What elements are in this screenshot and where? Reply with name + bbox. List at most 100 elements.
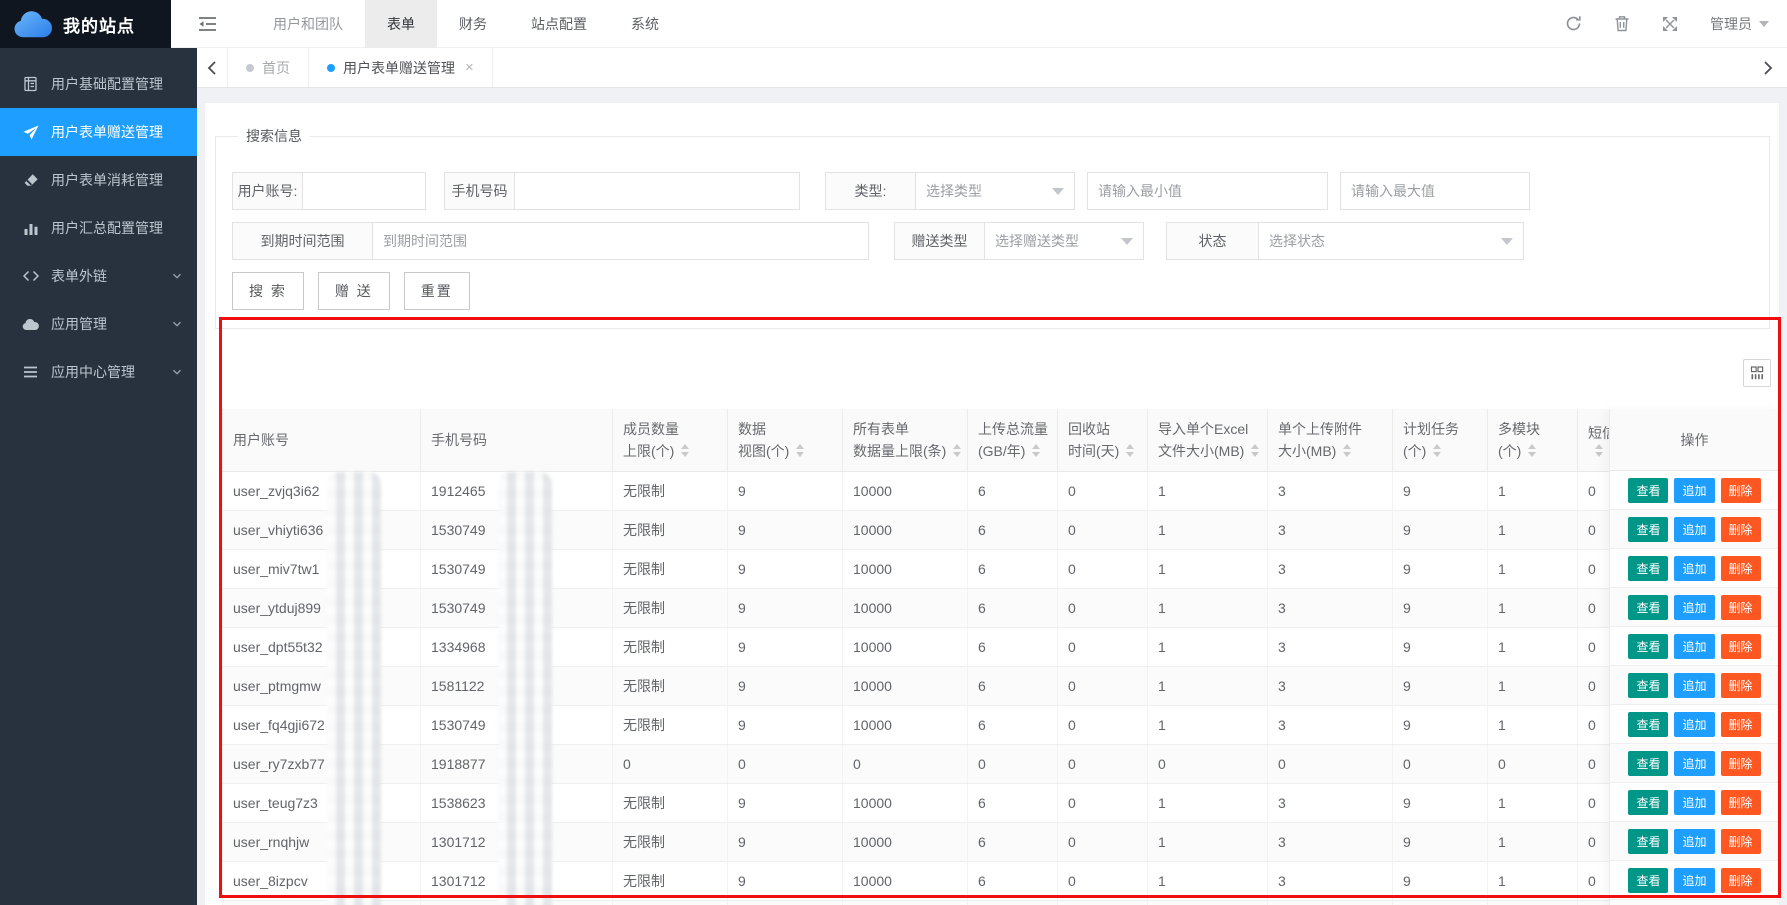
column-header-4[interactable]: 数据视图(个) — [728, 409, 843, 471]
tabs-scroll-right-icon[interactable] — [1753, 48, 1783, 88]
delete-button[interactable]: 删除 — [1721, 790, 1761, 815]
view-button[interactable]: 查看 — [1628, 595, 1668, 620]
column-header-11[interactable]: 多模块(个) — [1488, 409, 1578, 471]
column-header-8[interactable]: 导入单个Excel文件大小(MB) — [1148, 409, 1268, 471]
sidebar-item-6[interactable]: 应用管理 — [0, 300, 197, 348]
append-button[interactable]: 追加 — [1674, 478, 1714, 503]
append-button[interactable]: 追加 — [1674, 673, 1714, 698]
delete-button[interactable]: 删除 — [1721, 712, 1761, 737]
view-button[interactable]: 查看 — [1628, 829, 1668, 854]
search-buttons: 搜 索 赠 送 重置 — [232, 272, 1769, 310]
topnav-item-3[interactable]: 财务 — [437, 0, 509, 48]
append-button[interactable]: 追加 — [1674, 595, 1714, 620]
view-button[interactable]: 查看 — [1628, 790, 1668, 815]
sidebar-item-5[interactable]: 表单外链 — [0, 252, 197, 300]
column-header-7[interactable]: 回收站时间(天) — [1058, 409, 1148, 471]
view-button[interactable]: 查看 — [1628, 478, 1668, 503]
append-button[interactable]: 追加 — [1674, 556, 1714, 581]
sort-icon[interactable] — [1433, 444, 1441, 457]
account-input[interactable] — [302, 172, 426, 210]
expire-range-input[interactable] — [372, 222, 869, 260]
column-settings-icon[interactable] — [1743, 359, 1771, 387]
min-value-input[interactable] — [1087, 172, 1328, 210]
sort-icon[interactable] — [1528, 444, 1536, 457]
topnav-item-4[interactable]: 站点配置 — [509, 0, 609, 48]
cell-value: 1 — [1488, 783, 1578, 822]
collapse-sidebar-icon[interactable] — [185, 0, 229, 48]
delete-button[interactable]: 删除 — [1721, 517, 1761, 542]
sidebar-item-2[interactable]: 用户表单赠送管理 — [0, 108, 197, 156]
redaction-blur-phone — [498, 472, 552, 905]
chevron-down-icon — [1052, 188, 1064, 195]
sort-icon[interactable] — [1595, 444, 1603, 457]
phone-input[interactable] — [514, 172, 800, 210]
cell-value: 1 — [1488, 666, 1578, 705]
delete-button[interactable]: 删除 — [1721, 556, 1761, 581]
append-button[interactable]: 追加 — [1674, 517, 1714, 542]
refresh-icon[interactable] — [1565, 15, 1582, 32]
topnav-item-1[interactable]: 用户和团队 — [251, 0, 365, 48]
sort-icon[interactable] — [1032, 444, 1040, 457]
search-row-1: 用户账号: 手机号码 类型: 选择类型 — [232, 172, 1769, 210]
column-header-10[interactable]: 计划任务(个) — [1393, 409, 1488, 471]
column-header-9[interactable]: 单个上传附件大小(MB) — [1268, 409, 1393, 471]
max-value-input[interactable] — [1340, 172, 1530, 210]
sidebar-item-4[interactable]: 用户汇总配置管理 — [0, 204, 197, 252]
type-select[interactable]: 选择类型 — [915, 172, 1075, 210]
view-button[interactable]: 查看 — [1628, 712, 1668, 737]
status-select[interactable]: 选择状态 — [1258, 222, 1524, 260]
cell-value: 0 — [1058, 549, 1148, 588]
sort-icon[interactable] — [796, 444, 804, 457]
sidebar-item-1[interactable]: 用户基础配置管理 — [0, 60, 197, 108]
sort-icon[interactable] — [681, 444, 689, 457]
sort-icon[interactable] — [1343, 444, 1351, 457]
column-header-3[interactable]: 成员数量上限(个) — [613, 409, 728, 471]
search-button[interactable]: 搜 索 — [232, 272, 304, 310]
delete-button[interactable]: 删除 — [1721, 829, 1761, 854]
append-button[interactable]: 追加 — [1674, 712, 1714, 737]
append-button[interactable]: 追加 — [1674, 829, 1714, 854]
view-button[interactable]: 查看 — [1628, 673, 1668, 698]
user-menu[interactable]: 管理员 — [1710, 14, 1769, 34]
sort-icon[interactable] — [1126, 444, 1134, 457]
reset-button[interactable]: 重置 — [404, 272, 470, 310]
cell-value: 9 — [728, 666, 843, 705]
sidebar-item-label: 用户表单消耗管理 — [51, 170, 183, 190]
sidebar-item-7[interactable]: 应用中心管理 — [0, 348, 197, 396]
tabs-scroll-left-icon[interactable] — [197, 48, 227, 87]
column-header-6[interactable]: 上传总流量(GB/年) — [968, 409, 1058, 471]
tab-1[interactable]: 首页 — [228, 48, 309, 87]
tab-dot-icon — [246, 64, 254, 72]
append-button[interactable]: 追加 — [1674, 751, 1714, 776]
view-button[interactable]: 查看 — [1628, 868, 1668, 893]
append-button[interactable]: 追加 — [1674, 634, 1714, 659]
tab-dot-icon — [327, 64, 335, 72]
delete-button[interactable]: 删除 — [1721, 673, 1761, 698]
sidebar-item-3[interactable]: 用户表单消耗管理 — [0, 156, 197, 204]
view-button[interactable]: 查看 — [1628, 556, 1668, 581]
sort-icon[interactable] — [953, 444, 961, 457]
tab-2[interactable]: 用户表单赠送管理× — [309, 48, 493, 87]
search-row-2: 到期时间范围 赠送类型 选择赠送类型 状态 选择状态 — [232, 222, 1769, 260]
append-button[interactable]: 追加 — [1674, 868, 1714, 893]
delete-button[interactable]: 删除 — [1721, 751, 1761, 776]
fullscreen-icon[interactable] — [1662, 16, 1678, 32]
cell-value: 10000 — [843, 510, 968, 549]
view-button[interactable]: 查看 — [1628, 751, 1668, 776]
column-header-5[interactable]: 所有表单数据量上限(条) — [843, 409, 968, 471]
topnav-item-5[interactable]: 系统 — [609, 0, 681, 48]
trash-icon[interactable] — [1614, 15, 1630, 32]
delete-button[interactable]: 删除 — [1721, 478, 1761, 503]
view-button[interactable]: 查看 — [1628, 634, 1668, 659]
delete-button[interactable]: 删除 — [1721, 868, 1761, 893]
delete-button[interactable]: 删除 — [1721, 634, 1761, 659]
topnav-item-2[interactable]: 表单 — [365, 0, 437, 48]
tab-close-icon[interactable]: × — [465, 59, 474, 76]
gift-button[interactable]: 赠 送 — [318, 272, 390, 310]
append-button[interactable]: 追加 — [1674, 790, 1714, 815]
gift-type-select[interactable]: 选择赠送类型 — [984, 222, 1144, 260]
sort-icon[interactable] — [1251, 444, 1259, 457]
delete-button[interactable]: 删除 — [1721, 595, 1761, 620]
view-button[interactable]: 查看 — [1628, 517, 1668, 542]
cell-value: 1 — [1488, 900, 1578, 905]
